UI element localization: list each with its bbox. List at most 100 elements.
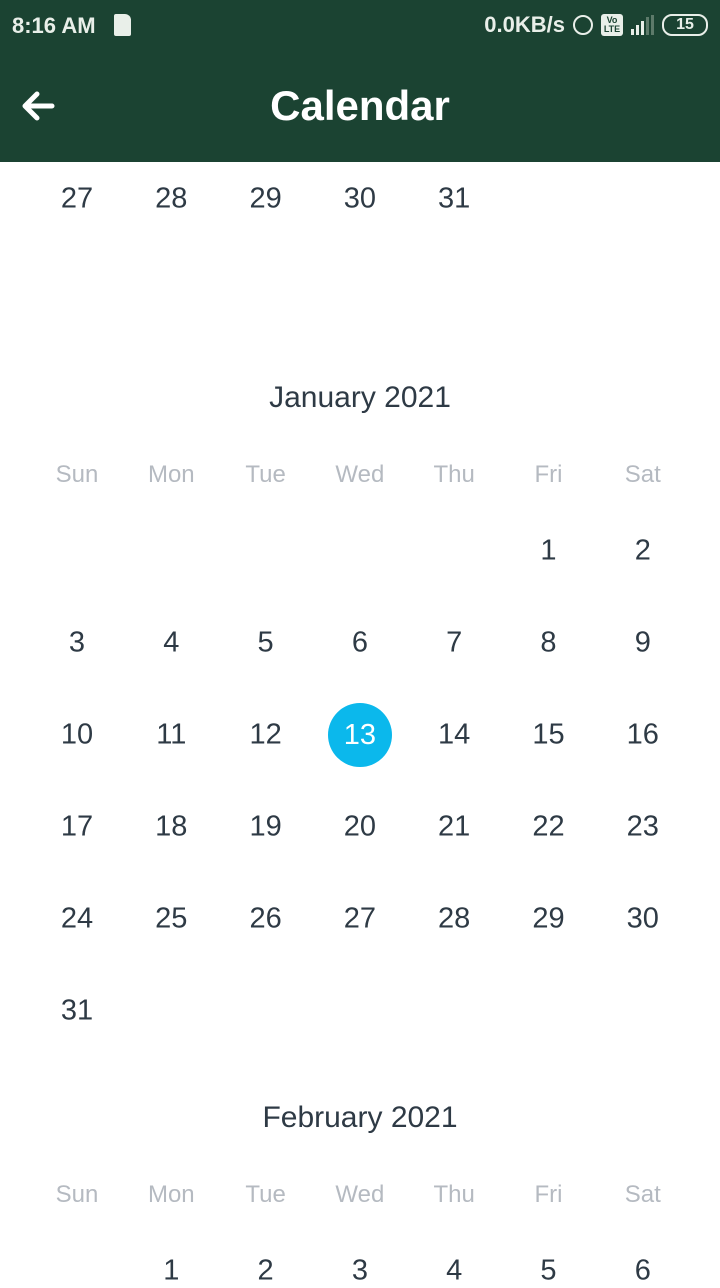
day-number: 11 (156, 718, 187, 751)
day-number: 6 (634, 1254, 651, 1287)
weekday-label: Wed (335, 461, 385, 488)
day-cell[interactable]: 3 (30, 627, 124, 660)
day-cell[interactable]: 11 (124, 719, 218, 752)
day-cell[interactable]: 18 (124, 811, 218, 844)
day-number: 9 (634, 626, 651, 659)
day-number: 30 (343, 182, 377, 215)
day-number: 25 (155, 902, 188, 935)
day-cell[interactable]: 1 (124, 1255, 218, 1288)
weekday-label: Fri (534, 1181, 563, 1208)
day-cell[interactable]: 2 (219, 1255, 313, 1288)
day-cell[interactable]: 31 (30, 995, 124, 1028)
weekday-label: Sat (624, 1181, 661, 1208)
day-cell[interactable]: 10 (30, 719, 124, 752)
network-speed: 0.0KB/s (484, 12, 565, 37)
day-cell[interactable]: 8 (502, 627, 596, 660)
battery-level: 15 (676, 16, 694, 33)
day-number: 22 (532, 810, 565, 843)
day-cell[interactable]: 3 (313, 1255, 407, 1288)
page-title: Calendar (270, 82, 450, 129)
day-number: 8 (540, 626, 557, 659)
day-cell[interactable]: 7 (407, 627, 501, 660)
day-cell[interactable]: 20 (313, 811, 407, 844)
day-number: 10 (60, 718, 94, 751)
day-cell[interactable]: 30 (596, 903, 690, 936)
day-cell[interactable]: 23 (596, 811, 690, 844)
day-cell[interactable]: 19 (219, 811, 313, 844)
weekday-label: Sun (55, 1181, 99, 1208)
day-cell[interactable]: 30 (313, 183, 407, 216)
status-time: 8:16 AM (12, 13, 96, 38)
month-title: February 2021 (262, 1101, 458, 1134)
day-number: 30 (626, 902, 659, 935)
day-number: 16 (626, 718, 659, 751)
day-cell[interactable]: 6 (313, 627, 407, 660)
day-cell[interactable]: 4 (124, 627, 218, 660)
day-cell[interactable]: 21 (407, 811, 501, 844)
day-number: 23 (626, 810, 659, 843)
day-cell[interactable]: 31 (407, 183, 501, 216)
sd-card-icon (114, 14, 131, 36)
day-number: 3 (68, 626, 86, 659)
day-number: 28 (155, 182, 188, 215)
weekday-label: Thu (433, 461, 475, 488)
day-number: 31 (438, 182, 471, 215)
day-number: 29 (249, 182, 282, 215)
selected-day: 13 (327, 703, 392, 767)
day-number: 2 (634, 534, 651, 567)
weekday-label: Mon (147, 461, 195, 488)
day-cell[interactable]: 12 (219, 719, 313, 752)
battery-icon: 15 (662, 14, 708, 36)
weekday-label: Sat (624, 461, 661, 488)
day-cell[interactable]: 2 (596, 535, 690, 568)
app-bar: Calendar (0, 52, 720, 162)
day-cell[interactable]: 17 (30, 811, 124, 844)
weekday-label: Fri (534, 461, 563, 488)
day-cell[interactable]: 9 (596, 627, 690, 660)
day-cell[interactable]: 24 (30, 903, 124, 936)
day-number: 20 (343, 810, 377, 843)
weekday-label: Tue (245, 1181, 286, 1208)
day-number: 31 (60, 994, 94, 1027)
day-number: 21 (438, 810, 471, 843)
day-cell[interactable]: 16 (596, 719, 690, 752)
day-cell[interactable]: 26 (219, 903, 313, 936)
month-title: January 2021 (269, 381, 451, 414)
day-number: 5 (540, 1254, 557, 1287)
weekday-label: Tue (245, 461, 286, 488)
day-number: 7 (446, 626, 463, 659)
weekday-label: Wed (335, 1181, 385, 1208)
day-cell[interactable]: 27 (313, 903, 407, 936)
day-number: 28 (438, 902, 471, 935)
day-cell[interactable]: 5 (502, 1255, 596, 1288)
day-number: 14 (438, 718, 471, 751)
day-number: 6 (351, 626, 368, 659)
day-number: 26 (249, 902, 282, 935)
day-number: 1 (163, 1254, 180, 1287)
day-cell[interactable]: 25 (124, 903, 218, 936)
day-cell[interactable]: 22 (502, 811, 596, 844)
day-number: 4 (163, 626, 180, 659)
day-number: 4 (446, 1254, 463, 1287)
day-number: 24 (60, 902, 94, 935)
day-cell[interactable]: 4 (407, 1255, 501, 1288)
day-cell[interactable]: 28 (407, 903, 501, 936)
day-number: 19 (249, 810, 282, 843)
day-number: 2 (257, 1254, 274, 1287)
day-number: 3 (351, 1254, 368, 1287)
day-cell[interactable]: 28 (124, 183, 218, 216)
day-cell[interactable]: 13 (313, 703, 407, 767)
volte-icon: Vo LTE (601, 14, 623, 36)
day-cell[interactable]: 29 (502, 903, 596, 936)
day-cell[interactable]: 29 (219, 183, 313, 216)
day-cell[interactable]: 27 (30, 183, 124, 216)
day-cell[interactable]: 6 (596, 1255, 690, 1288)
day-cell[interactable]: 5 (219, 627, 313, 660)
day-cell[interactable]: 1 (502, 535, 596, 568)
day-cell[interactable]: 14 (407, 719, 501, 752)
weekday-label: Mon (147, 1181, 195, 1208)
day-number: 15 (532, 718, 565, 751)
alarm-icon (573, 15, 593, 35)
day-number: 27 (60, 182, 94, 215)
day-cell[interactable]: 15 (502, 719, 596, 752)
